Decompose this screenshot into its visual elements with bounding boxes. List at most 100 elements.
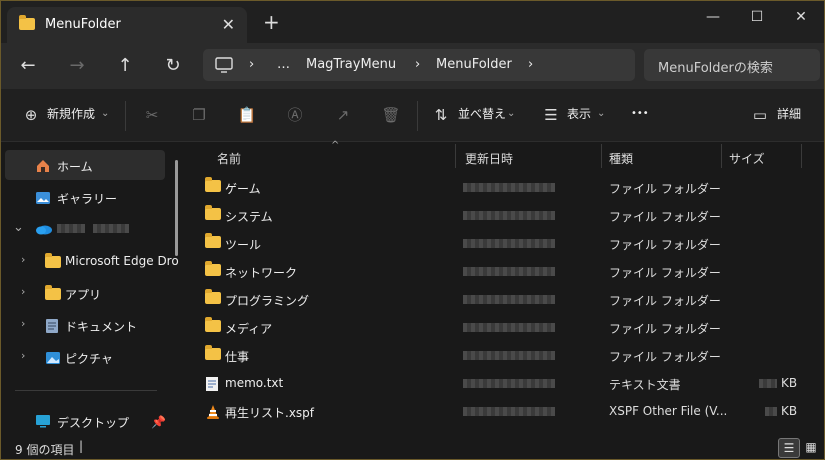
sidebar-item-documents[interactable]: › ドキュメント: [5, 310, 165, 340]
sidebar-item-pictures[interactable]: › ピクチャ: [5, 342, 165, 372]
desktop-icon: [36, 415, 50, 428]
file-type: ファイル フォルダー: [609, 182, 721, 196]
file-name: ツール: [225, 238, 262, 252]
rename-icon[interactable]: Ⓐ: [285, 105, 305, 125]
chevron-down-icon: ⌄: [597, 108, 606, 119]
up-arrow-icon[interactable]: ↑: [112, 53, 138, 79]
chevron-right-icon[interactable]: ›: [21, 285, 25, 298]
command-bar: ⊕ 新規作成 ⌄ ✂ ❐ 📋 Ⓐ ↗ 🗑 ⇅ 並べ替え ⌄ ☰ 表示 ⌄ •••…: [1, 89, 824, 142]
new-button[interactable]: 新規作成: [47, 105, 95, 122]
sort-button[interactable]: 並べ替え: [458, 105, 506, 122]
file-type: ファイル フォルダー: [609, 294, 721, 308]
close-button[interactable]: ✕: [779, 5, 823, 29]
breadcrumb-overflow[interactable]: …: [277, 57, 290, 72]
column-divider[interactable]: [455, 144, 456, 168]
explorer-window: MenuFolder ✕ + — ☐ ✕ ← → ↑ ↻ › … MagTray…: [0, 0, 825, 460]
documents-icon: [46, 319, 58, 333]
large-icons-view-icon[interactable]: ▦: [801, 438, 821, 456]
address-bar[interactable]: › … MagTrayMenu › MenuFolder ›: [203, 49, 635, 81]
folder-icon: [45, 253, 61, 271]
pin-icon[interactable]: 📌: [151, 415, 166, 429]
details-button[interactable]: 詳細: [777, 105, 801, 122]
details-view-icon[interactable]: ☰: [778, 438, 800, 458]
list-item[interactable]: プログラミング ファイル フォルダー: [199, 285, 799, 313]
redacted-date: [463, 183, 555, 192]
sidebar-item-gallery[interactable]: ギャラリー: [5, 182, 165, 212]
copy-icon[interactable]: ❐: [189, 105, 209, 125]
column-divider[interactable]: [721, 144, 722, 168]
breadcrumb-chevron-icon: ›: [415, 57, 421, 72]
maximize-button[interactable]: ☐: [735, 5, 779, 29]
tab-menufolder[interactable]: MenuFolder ✕: [7, 7, 247, 43]
file-name: プログラミング: [225, 294, 310, 308]
title-bar: MenuFolder ✕ + — ☐ ✕: [1, 1, 824, 43]
more-options-button[interactable]: •••: [631, 108, 649, 119]
column-header-size[interactable]: サイズ: [729, 150, 765, 167]
search-input[interactable]: MenuFolderの検索: [644, 49, 820, 81]
redacted-size: [765, 407, 777, 416]
divider: [15, 390, 157, 391]
redacted-text: [57, 224, 85, 233]
list-item[interactable]: 再生リスト.xspf XSPF Other File (V... KB: [199, 397, 799, 425]
breadcrumb-magtraymenu[interactable]: MagTrayMenu: [306, 57, 396, 72]
sidebar-item-label: デスクトップ: [57, 416, 130, 430]
minimize-button[interactable]: —: [691, 5, 735, 29]
view-button[interactable]: 表示: [567, 105, 591, 122]
delete-icon[interactable]: 🗑: [381, 105, 401, 125]
folder-icon: [45, 285, 61, 303]
sidebar-item-home[interactable]: ホーム: [5, 150, 165, 180]
column-divider[interactable]: [801, 144, 802, 168]
list-item[interactable]: 仕事 ファイル フォルダー: [199, 341, 799, 369]
sidebar-item-label: ギャラリー: [57, 192, 118, 206]
sidebar-item-edge-drop[interactable]: › Microsoft Edge Dro: [5, 246, 179, 276]
column-divider[interactable]: [601, 144, 602, 168]
sidebar-scrollbar[interactable]: [175, 160, 178, 256]
file-type: テキスト文書: [609, 378, 681, 392]
column-header-type[interactable]: 種類: [609, 150, 633, 167]
paste-icon[interactable]: 📋: [237, 105, 257, 125]
list-item[interactable]: システム ファイル フォルダー: [199, 201, 799, 229]
redacted-date: [463, 351, 555, 360]
list-item[interactable]: ツール ファイル フォルダー: [199, 229, 799, 257]
chevron-right-icon[interactable]: ›: [21, 349, 25, 362]
list-item[interactable]: ゲーム ファイル フォルダー: [199, 173, 799, 201]
redacted-date: [463, 295, 555, 304]
sidebar-item-apps[interactable]: › アプリ: [5, 278, 165, 308]
column-header-name[interactable]: 名前: [217, 150, 241, 167]
text-file-icon: [206, 377, 218, 391]
share-icon[interactable]: ↗: [333, 105, 353, 125]
this-pc-icon: [215, 57, 233, 73]
redacted-date: [463, 379, 555, 388]
sidebar-item-onedrive[interactable]: ⌄: [5, 214, 165, 244]
column-header-date[interactable]: 更新日時: [465, 150, 513, 167]
back-arrow-icon[interactable]: ←: [15, 53, 41, 79]
file-type: ファイル フォルダー: [609, 210, 721, 224]
tab-title: MenuFolder: [45, 17, 121, 32]
list-item[interactable]: ネットワーク ファイル フォルダー: [199, 257, 799, 285]
breadcrumb-chevron-icon[interactable]: ›: [528, 57, 533, 72]
folder-icon: [205, 317, 221, 335]
divider: [125, 101, 126, 131]
chevron-right-icon[interactable]: ›: [21, 317, 25, 330]
search-placeholder: MenuFolderの検索: [658, 61, 773, 76]
chevron-down-icon[interactable]: ⌄: [13, 220, 24, 235]
breadcrumb-menufolder[interactable]: MenuFolder: [436, 57, 512, 72]
sidebar-item-label: Microsoft Edge Dro: [65, 254, 179, 268]
refresh-icon[interactable]: ↻: [160, 53, 186, 79]
list-item[interactable]: メディア ファイル フォルダー: [199, 313, 799, 341]
cut-icon[interactable]: ✂: [142, 105, 162, 125]
forward-arrow-icon[interactable]: →: [64, 53, 90, 79]
redacted-date: [463, 211, 555, 220]
sidebar-item-desktop[interactable]: デスクトップ: [5, 406, 165, 436]
file-name: ネットワーク: [225, 266, 298, 280]
folder-icon: [19, 15, 35, 33]
chevron-right-icon[interactable]: ›: [21, 253, 25, 266]
file-type: ファイル フォルダー: [609, 350, 721, 364]
file-name: memo.txt: [225, 376, 284, 390]
tab-close-icon[interactable]: ✕: [222, 15, 235, 34]
sort-icon: ⇅: [434, 106, 448, 124]
folder-icon: [205, 345, 221, 363]
list-item[interactable]: memo.txt テキスト文書 KB: [199, 369, 799, 397]
new-tab-button[interactable]: +: [263, 10, 280, 34]
file-name: 仕事: [225, 350, 250, 364]
